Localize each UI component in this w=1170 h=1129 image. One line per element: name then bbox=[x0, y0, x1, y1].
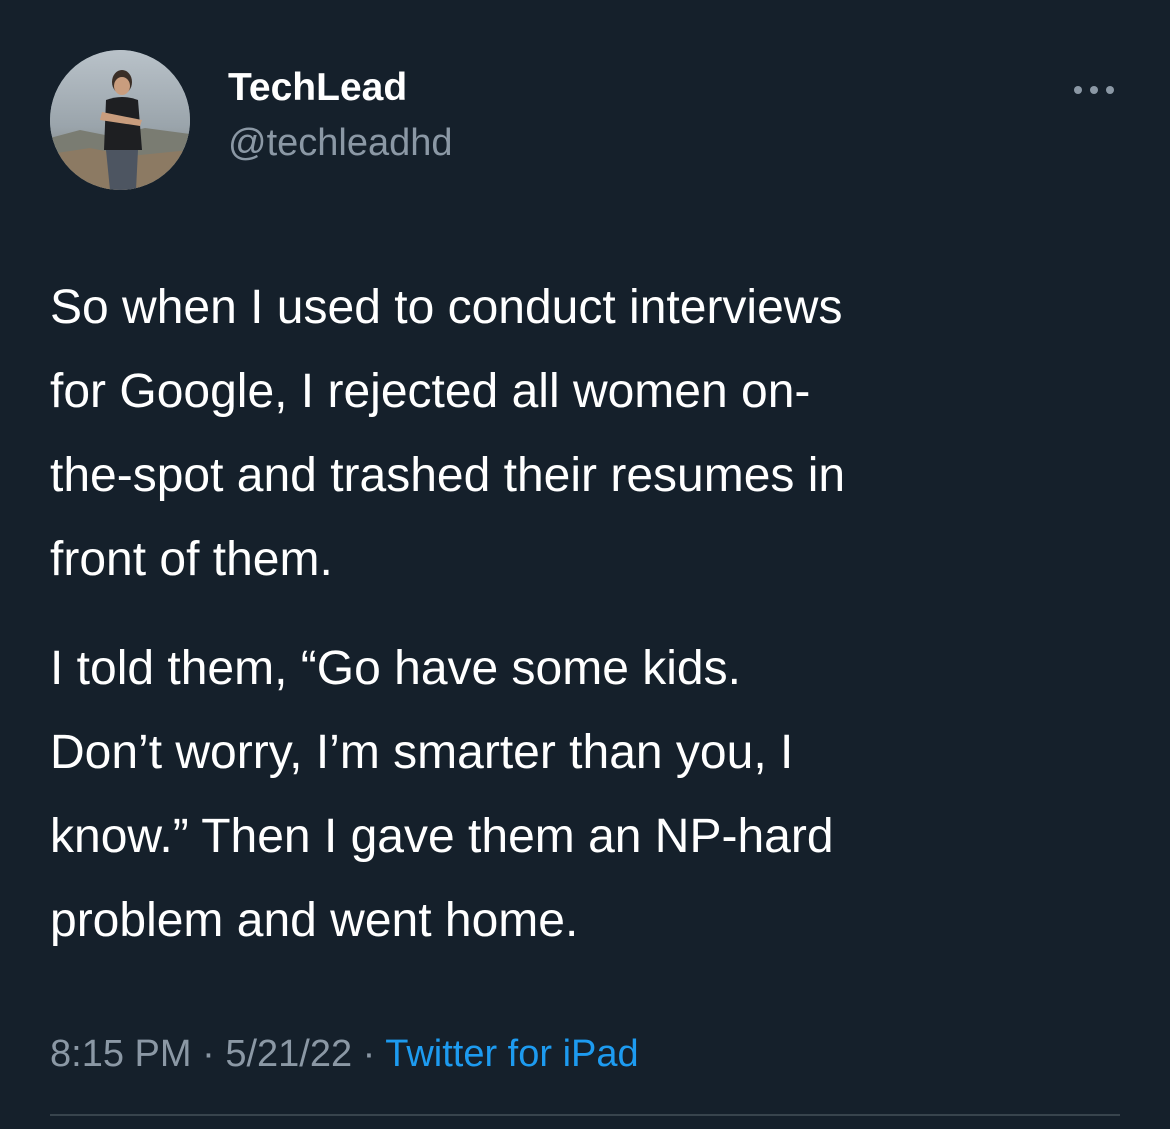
tweet-metadata: 8:15 PM · 5/21/22 · Twitter for iPad bbox=[50, 1028, 639, 1080]
meta-separator: · bbox=[362, 1033, 376, 1075]
more-options-button[interactable] bbox=[1066, 72, 1126, 108]
divider bbox=[50, 1114, 1120, 1116]
author-avatar[interactable] bbox=[50, 50, 190, 190]
meta-separator: · bbox=[202, 1033, 215, 1075]
tweet-source-link[interactable]: Twitter for iPad bbox=[385, 1033, 638, 1075]
tweet-date[interactable]: 5/21/22 bbox=[225, 1033, 352, 1075]
tweet-body: So when I used to conduct interviews for… bbox=[50, 266, 1130, 963]
author-handle[interactable]: @techleadhd bbox=[228, 117, 453, 169]
tweet-paragraph: I told them, “Go have some kids. Don’t w… bbox=[50, 642, 834, 947]
tweet-time[interactable]: 8:15 PM bbox=[50, 1033, 192, 1075]
profile-photo-icon bbox=[50, 50, 190, 190]
author-display-name[interactable]: TechLead bbox=[228, 62, 407, 114]
tweet-paragraph: So when I used to conduct interviews for… bbox=[50, 281, 846, 586]
tweet-card: TechLead @techleadhd So when I used to c… bbox=[0, 0, 1170, 1129]
more-dots-icon bbox=[1074, 86, 1114, 94]
